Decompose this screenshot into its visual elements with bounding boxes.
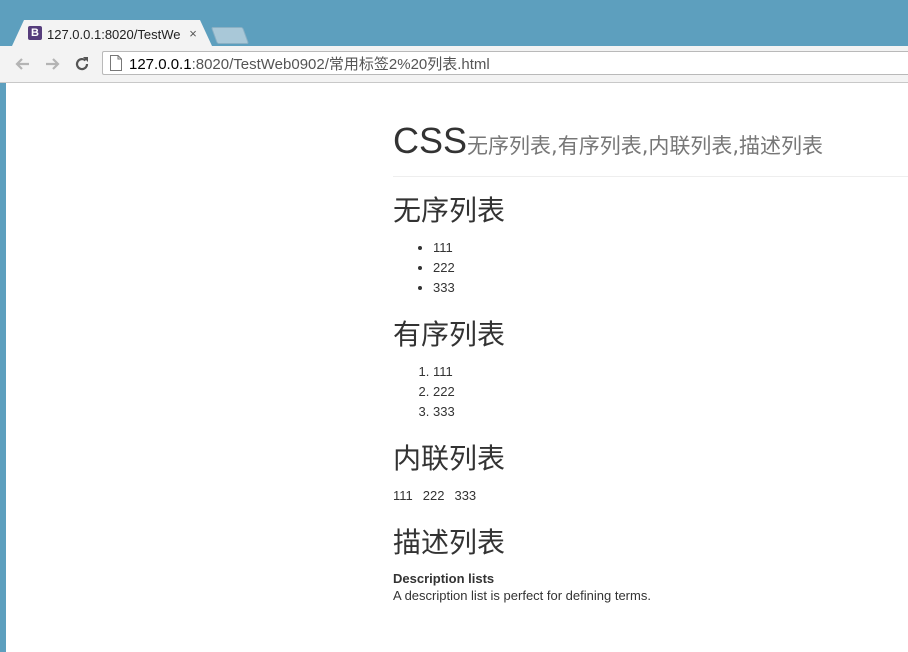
description-list-heading: 描述列表 bbox=[393, 526, 506, 559]
page-title-main: CSS bbox=[393, 120, 468, 161]
tab-content: B 127.0.0.1:8020/TestWeb0902/常用标签2%20列表.… bbox=[28, 24, 206, 42]
back-arrow-icon[interactable] bbox=[12, 53, 34, 75]
page-title: CSS无序列表,有序列表,内联列表,描述列表 bbox=[393, 121, 908, 166]
list-item: 111 bbox=[433, 362, 908, 382]
browser-tab[interactable]: B 127.0.0.1:8020/TestWeb0902/常用标签2%20列表.… bbox=[12, 20, 212, 46]
list-item: 222 bbox=[433, 258, 908, 278]
tab-close-icon[interactable]: × bbox=[187, 26, 199, 41]
page-subtitle: 无序列表,有序列表,内联列表,描述列表 bbox=[467, 134, 824, 158]
page-content: CSS无序列表,有序列表,内联列表,描述列表 无序列表 111 222 333 … bbox=[393, 83, 908, 604]
description-list: Description lists A description list is … bbox=[393, 570, 908, 604]
list-item: 111 bbox=[433, 238, 908, 258]
reload-icon[interactable] bbox=[71, 53, 93, 75]
url-text: 127.0.0.1:8020/TestWeb0902/常用标签2%20列表.ht… bbox=[129, 53, 490, 74]
inline-list: 111 222 333 bbox=[393, 486, 908, 506]
tab-strip: B 127.0.0.1:8020/TestWeb0902/常用标签2%20列表.… bbox=[0, 0, 908, 46]
forward-arrow-icon[interactable] bbox=[41, 53, 63, 75]
tab-title: 127.0.0.1:8020/TestWeb0902/常用标签2%20列表.ht… bbox=[47, 26, 181, 42]
page-icon bbox=[110, 55, 122, 71]
list-item: 333 bbox=[433, 278, 908, 298]
browser-toolbar: 127.0.0.1:8020/TestWeb0902/常用标签2%20列表.ht… bbox=[0, 46, 908, 83]
list-item: 333 bbox=[433, 402, 908, 422]
new-tab-button[interactable] bbox=[210, 27, 250, 44]
bootstrap-favicon-icon: B bbox=[28, 26, 42, 40]
address-bar[interactable]: 127.0.0.1:8020/TestWeb0902/常用标签2%20列表.ht… bbox=[102, 51, 908, 75]
url-host: 127.0.0.1 bbox=[129, 55, 192, 73]
ordered-list: 111 222 333 bbox=[393, 362, 908, 422]
unordered-list: 111 222 333 bbox=[393, 238, 908, 298]
inline-list-heading: 内联列表 bbox=[393, 442, 506, 475]
unordered-list-heading: 无序列表 bbox=[393, 194, 506, 227]
description-definition: A description list is perfect for defini… bbox=[393, 588, 651, 603]
description-term: Description lists bbox=[393, 571, 495, 586]
ordered-list-heading: 有序列表 bbox=[393, 318, 506, 351]
list-item: 222 bbox=[422, 488, 445, 503]
list-item: 111 bbox=[393, 488, 413, 503]
list-item: 222 bbox=[433, 382, 908, 402]
page-header: CSS无序列表,有序列表,内联列表,描述列表 bbox=[393, 121, 908, 177]
page-viewport: CSS无序列表,有序列表,内联列表,描述列表 无序列表 111 222 333 … bbox=[6, 83, 908, 652]
browser-window: B 127.0.0.1:8020/TestWeb0902/常用标签2%20列表.… bbox=[0, 0, 908, 652]
list-item: 333 bbox=[454, 488, 477, 503]
url-path: :8020/TestWeb0902/常用标签2%20列表.html bbox=[191, 55, 490, 73]
